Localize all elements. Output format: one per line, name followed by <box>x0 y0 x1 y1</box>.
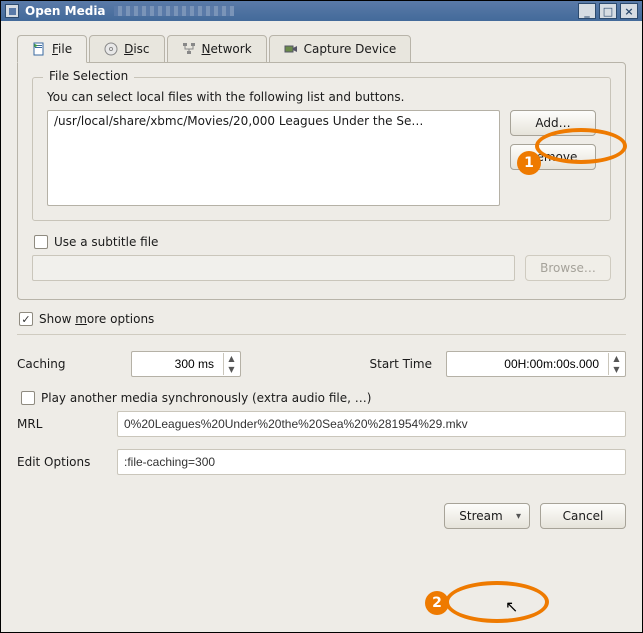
tab-file-label: File <box>52 42 72 56</box>
start-time-label: Start Time <box>370 357 433 371</box>
window-icon <box>5 4 19 18</box>
subtitle-checkbox-row[interactable]: Use a subtitle file <box>34 235 611 249</box>
tab-capture[interactable]: Capture Device <box>269 35 412 63</box>
caching-up[interactable]: ▲ <box>223 353 239 364</box>
tab-capture-label: Capture Device <box>304 42 397 56</box>
mrl-input[interactable] <box>117 411 626 437</box>
maximize-button[interactable]: □ <box>599 3 617 19</box>
close-button[interactable]: × <box>620 3 638 19</box>
capture-icon <box>284 42 298 56</box>
list-item[interactable]: /usr/local/share/xbmc/Movies/20,000 Leag… <box>50 113 497 129</box>
file-icon <box>32 42 46 56</box>
tab-disc[interactable]: Disc <box>89 35 164 63</box>
file-selection-hint: You can select local files with the foll… <box>47 90 596 104</box>
file-selection-title: File Selection <box>43 69 134 83</box>
add-button[interactable]: Add… <box>510 110 596 136</box>
start-time-spin[interactable]: ▲▼ <box>446 351 626 377</box>
mrl-label: MRL <box>17 417 107 431</box>
open-media-window: Open Media _ □ × File Disc <box>0 0 643 633</box>
tab-disc-label: Disc <box>124 42 149 56</box>
edit-options-input[interactable] <box>117 449 626 475</box>
start-time-down[interactable]: ▼ <box>608 364 624 375</box>
file-selection-group: File Selection You can select local file… <box>32 77 611 221</box>
play-sync-label: Play another media synchronously (extra … <box>41 391 371 405</box>
cancel-button[interactable]: Cancel <box>540 503 626 529</box>
show-more-checkbox[interactable] <box>19 312 33 326</box>
caching-label: Caching <box>17 357 117 371</box>
cursor-icon: ↖ <box>505 597 518 616</box>
dialog-footer: Stream Cancel <box>1 503 642 543</box>
tab-file[interactable]: File <box>17 35 87 63</box>
caching-spin[interactable]: ▲▼ <box>131 351 241 377</box>
tab-network[interactable]: Network <box>167 35 267 63</box>
caching-down[interactable]: ▼ <box>223 364 239 375</box>
subtitle-path-input[interactable] <box>32 255 515 281</box>
subtitle-label: Use a subtitle file <box>54 235 158 249</box>
titlebar-decoration <box>114 6 234 16</box>
minimize-button[interactable]: _ <box>578 3 596 19</box>
subtitle-checkbox[interactable] <box>34 235 48 249</box>
file-pane: File Selection You can select local file… <box>17 62 626 300</box>
stream-button[interactable]: Stream <box>444 503 530 529</box>
tab-bar: File Disc Network Capture Device <box>17 35 626 63</box>
show-more-label: Show more options <box>39 312 154 326</box>
annotation-ellipse-2 <box>445 581 549 623</box>
file-list[interactable]: /usr/local/share/xbmc/Movies/20,000 Leag… <box>47 110 500 206</box>
titlebar[interactable]: Open Media _ □ × <box>1 1 642 21</box>
play-sync-checkbox[interactable] <box>21 391 35 405</box>
tab-network-label: Network <box>202 42 252 56</box>
network-icon <box>182 42 196 56</box>
remove-button[interactable]: Remove <box>510 144 596 170</box>
start-time-input[interactable] <box>446 351 626 377</box>
browse-button[interactable]: Browse… <box>525 255 611 281</box>
play-sync-row[interactable]: Play another media synchronously (extra … <box>21 391 626 405</box>
more-options-panel: Caching ▲▼ Start Time ▲▼ Play another me… <box>17 334 626 475</box>
edit-options-label: Edit Options <box>17 455 107 469</box>
show-more-row[interactable]: Show more options <box>19 312 626 326</box>
window-title: Open Media <box>25 4 106 18</box>
disc-icon <box>104 42 118 56</box>
start-time-up[interactable]: ▲ <box>608 353 624 364</box>
annotation-badge-2: 2 <box>425 591 449 615</box>
